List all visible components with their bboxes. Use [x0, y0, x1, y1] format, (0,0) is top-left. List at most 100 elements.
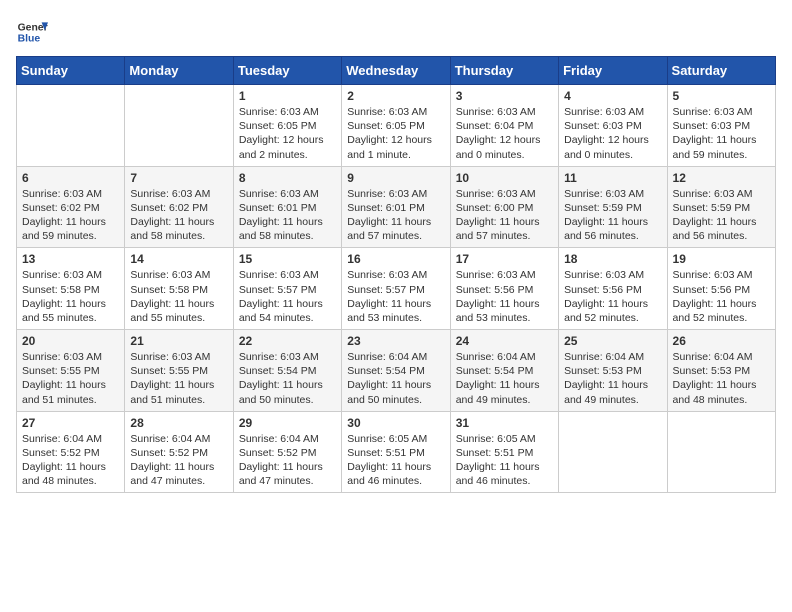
calendar-cell: 12Sunrise: 6:03 AMSunset: 5:59 PMDayligh… [667, 166, 775, 248]
day-info: Sunrise: 6:03 AMSunset: 5:56 PMDaylight:… [564, 268, 661, 325]
day-number: 21 [130, 334, 227, 348]
calendar-cell: 24 Sunrise: 6:04 AMSunset: 5:54 PMDayligh… [450, 330, 558, 412]
day-number: 26 [673, 334, 770, 348]
day-info: Sunrise: 6:04 AMSunset: 5:54 PMDaylight:… [456, 350, 553, 407]
day-number: 1 [239, 89, 336, 103]
day-info: Sunrise: 6:03 AMSunset: 6:04 PMDaylight:… [456, 105, 553, 162]
calendar-cell [559, 411, 667, 493]
calendar-cell: 11 Sunrise: 6:03 AMSunset: 5:59 PMDayligh… [559, 166, 667, 248]
logo-icon: General Blue [16, 16, 48, 48]
day-number: 13 [22, 252, 119, 266]
day-number: 18 [564, 252, 661, 266]
day-number: 20 [22, 334, 119, 348]
day-info: Sunrise: 6:05 AMSunset: 5:51 PMDaylight:… [456, 432, 553, 489]
calendar-cell: 9 Sunrise: 6:03 AMSunset: 6:01 PMDaylight… [342, 166, 450, 248]
calendar-cell: 20Sunrise: 6:03 AMSunset: 5:55 PMDayligh… [17, 330, 125, 412]
day-number: 9 [347, 171, 444, 185]
day-number: 17 [456, 252, 553, 266]
calendar-cell: 27 Sunrise: 6:04 AMSunset: 5:52 PMDayligh… [17, 411, 125, 493]
calendar-cell: 17 Sunrise: 6:03 AMSunset: 5:56 PMDayligh… [450, 248, 558, 330]
day-info: Sunrise: 6:03 AMSunset: 6:03 PMDaylight:… [564, 105, 661, 162]
day-number: 5 [673, 89, 770, 103]
day-number: 15 [239, 252, 336, 266]
day-number: 28 [130, 416, 227, 430]
calendar-cell [17, 85, 125, 167]
day-info: Sunrise: 6:03 AMSunset: 6:05 PMDaylight:… [347, 105, 444, 162]
svg-text:Blue: Blue [18, 34, 41, 45]
day-number: 23 [347, 334, 444, 348]
day-info: Sunrise: 6:03 AMSunset: 5:57 PMDaylight:… [347, 268, 444, 325]
calendar-cell: 14 Sunrise: 6:03 AMSunset: 5:58 PMDayligh… [125, 248, 233, 330]
day-number: 24 [456, 334, 553, 348]
day-info: Sunrise: 6:03 AMSunset: 6:03 PMDaylight:… [673, 105, 770, 162]
day-info: Sunrise: 6:04 AMSunset: 5:54 PMDaylight:… [347, 350, 444, 407]
day-info: Sunrise: 6:03 AMSunset: 6:01 PMDaylight:… [239, 187, 336, 244]
calendar-cell: 6 Sunrise: 6:03 AMSunset: 6:02 PMDaylight… [17, 166, 125, 248]
calendar-cell: 18 Sunrise: 6:03 AMSunset: 5:56 PMDayligh… [559, 248, 667, 330]
logo: General Blue [16, 16, 48, 48]
calendar-cell: 5 Sunrise: 6:03 AMSunset: 6:03 PMDaylight… [667, 85, 775, 167]
calendar-cell: 28 Sunrise: 6:04 AMSunset: 5:52 PMDayligh… [125, 411, 233, 493]
week-row-5: 27 Sunrise: 6:04 AMSunset: 5:52 PMDayligh… [17, 411, 776, 493]
day-info: Sunrise: 6:03 AMSunset: 5:56 PMDaylight:… [456, 268, 553, 325]
day-info: Sunrise: 6:04 AMSunset: 5:53 PMDaylight:… [673, 350, 770, 407]
day-info: Sunrise: 6:04 AMSunset: 5:52 PMDaylight:… [130, 432, 227, 489]
day-number: 4 [564, 89, 661, 103]
weekday-header-thursday: Thursday [450, 57, 558, 85]
day-info: Sunrise: 6:03 AMSunset: 6:00 PMDaylight:… [456, 187, 553, 244]
calendar-cell: 3Sunrise: 6:03 AMSunset: 6:04 PMDaylight… [450, 85, 558, 167]
calendar-cell: 2 Sunrise: 6:03 AMSunset: 6:05 PMDaylight… [342, 85, 450, 167]
day-number: 2 [347, 89, 444, 103]
calendar-cell: 26 Sunrise: 6:04 AMSunset: 5:53 PMDayligh… [667, 330, 775, 412]
day-info: Sunrise: 6:03 AMSunset: 5:55 PMDaylight:… [130, 350, 227, 407]
weekday-header-saturday: Saturday [667, 57, 775, 85]
calendar-cell: 1Sunrise: 6:03 AMSunset: 6:05 PMDaylight… [233, 85, 341, 167]
calendar-cell: 15 Sunrise: 6:03 AMSunset: 5:57 PMDayligh… [233, 248, 341, 330]
day-number: 8 [239, 171, 336, 185]
calendar-cell: 23 Sunrise: 6:04 AMSunset: 5:54 PMDayligh… [342, 330, 450, 412]
day-number: 11 [564, 171, 661, 185]
day-number: 7 [130, 171, 227, 185]
page-header: General Blue [16, 16, 776, 48]
weekday-header-monday: Monday [125, 57, 233, 85]
day-number: 6 [22, 171, 119, 185]
calendar-cell: 29 Sunrise: 6:04 AMSunset: 5:52 PMDayligh… [233, 411, 341, 493]
day-info: Sunrise: 6:03 AMSunset: 5:59 PMDaylight:… [564, 187, 661, 244]
calendar-cell: 13 Sunrise: 6:03 AMSunset: 5:58 PMDayligh… [17, 248, 125, 330]
day-info: Sunrise: 6:03 AMSunset: 5:58 PMDaylight:… [130, 268, 227, 325]
weekday-header-wednesday: Wednesday [342, 57, 450, 85]
day-info: Sunrise: 6:05 AMSunset: 5:51 PMDaylight:… [347, 432, 444, 489]
calendar-cell: 19Sunrise: 6:03 AMSunset: 5:56 PMDayligh… [667, 248, 775, 330]
day-info: Sunrise: 6:03 AMSunset: 5:58 PMDaylight:… [22, 268, 119, 325]
day-info: Sunrise: 6:03 AMSunset: 5:54 PMDaylight:… [239, 350, 336, 407]
day-info: Sunrise: 6:04 AMSunset: 5:53 PMDaylight:… [564, 350, 661, 407]
day-info: Sunrise: 6:04 AMSunset: 5:52 PMDaylight:… [22, 432, 119, 489]
day-info: Sunrise: 6:03 AMSunset: 6:02 PMDaylight:… [22, 187, 119, 244]
calendar-body: 1 Sunrise: 6:03 AMSunset: 6:05 PMDaylight… [17, 85, 776, 493]
day-number: 14 [130, 252, 227, 266]
calendar-cell: 16 Sunrise: 6:03 AMSunset: 5:57 PMDayligh… [342, 248, 450, 330]
calendar-cell [667, 411, 775, 493]
calendar-cell: 25 Sunrise: 6:04 AMSunset: 5:53 PMDayligh… [559, 330, 667, 412]
calendar-cell [125, 85, 233, 167]
weekday-header-friday: Friday [559, 57, 667, 85]
weekday-header-tuesday: Tuesday [233, 57, 341, 85]
day-info: Sunrise: 6:03 AMSunset: 6:01 PMDaylight:… [347, 187, 444, 244]
calendar-cell: 30 Sunrise: 6:05 AMSunset: 5:51 PMDayligh… [342, 411, 450, 493]
day-info: Sunrise: 6:03 AMSunset: 5:56 PMDaylight:… [673, 268, 770, 325]
day-info: Sunrise: 6:04 AMSunset: 5:52 PMDaylight:… [239, 432, 336, 489]
day-number: 27 [22, 416, 119, 430]
calendar-table: SundayMondayTuesdayWednesdayThursdayFrid… [16, 56, 776, 493]
day-number: 31 [456, 416, 553, 430]
day-number: 16 [347, 252, 444, 266]
day-number: 29 [239, 416, 336, 430]
day-info: Sunrise: 6:03 AMSunset: 5:59 PMDaylight:… [673, 187, 770, 244]
day-number: 25 [564, 334, 661, 348]
day-info: Sunrise: 6:03 AMSunset: 5:57 PMDaylight:… [239, 268, 336, 325]
calendar-cell: 8 Sunrise: 6:03 AMSunset: 6:01 PMDaylight… [233, 166, 341, 248]
weekday-header-sunday: Sunday [17, 57, 125, 85]
weekday-header-row: SundayMondayTuesdayWednesdayThursdayFrid… [17, 57, 776, 85]
week-row-2: 6 Sunrise: 6:03 AMSunset: 6:02 PMDaylight… [17, 166, 776, 248]
calendar-cell: 4 Sunrise: 6:03 AMSunset: 6:03 PMDaylight… [559, 85, 667, 167]
day-number: 30 [347, 416, 444, 430]
